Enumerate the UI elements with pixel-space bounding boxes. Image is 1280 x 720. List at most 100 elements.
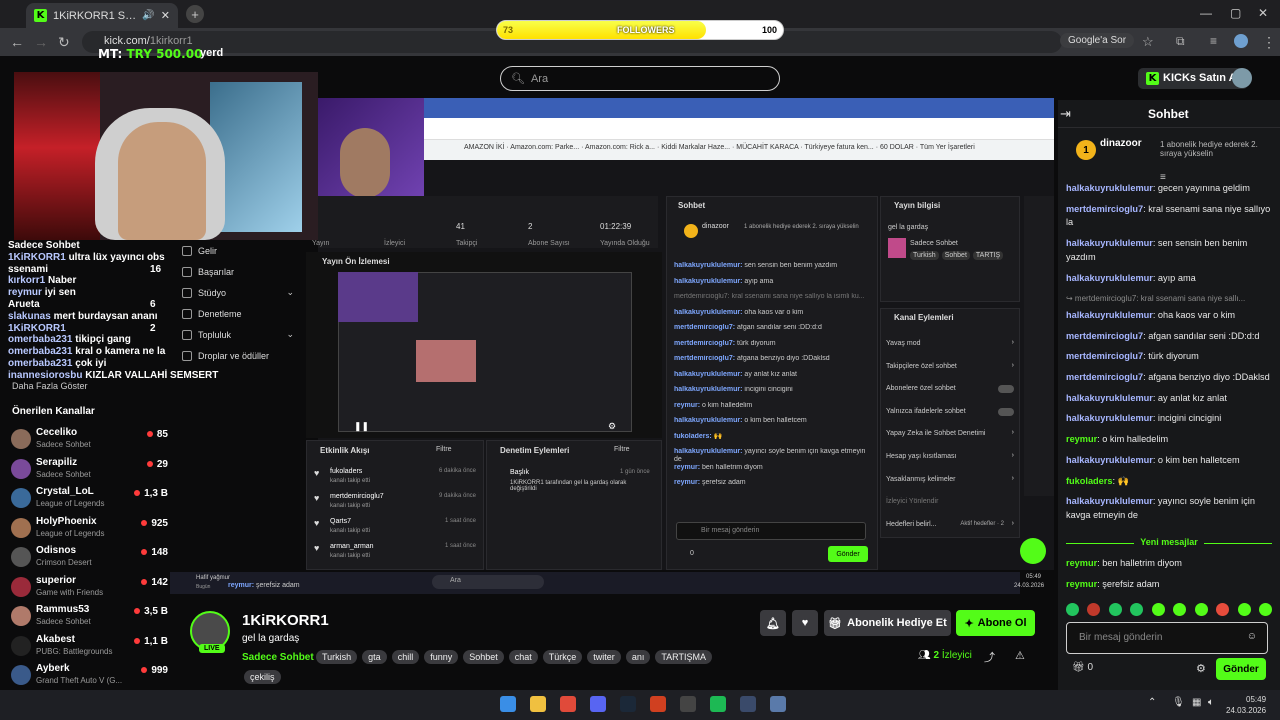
spotify-icon[interactable] — [710, 696, 726, 712]
chat-send-button[interactable]: Gönder — [1216, 658, 1266, 680]
gift-sub-button[interactable]: 🎁︎ Abonelik Hediye Et — [824, 610, 951, 636]
chat-username[interactable]: reymur — [1066, 579, 1097, 589]
app-icon[interactable] — [650, 696, 666, 712]
dashboard-chat-input[interactable]: Bir mesaj gönderin — [676, 522, 866, 540]
stream-tag[interactable]: funny — [424, 650, 459, 664]
dashboard-chat-user[interactable]: reymur: — [674, 479, 702, 486]
channel-action-item[interactable]: Yalnızca ifadelerle sohbet — [884, 404, 1018, 427]
chat-username[interactable]: halkakuyruklulemur — [1066, 238, 1153, 248]
bookmark-star-icon[interactable]: ☆ — [1142, 34, 1154, 50]
taskbar-clock[interactable]: 05:49 24.03.2026 — [1226, 694, 1266, 716]
chat-username[interactable]: fukoladers — [1066, 476, 1112, 486]
chat-username[interactable]: halkakuyruklulemur — [1066, 496, 1153, 506]
emote-icon[interactable] — [1173, 603, 1187, 616]
stream-tag[interactable]: gta — [362, 650, 387, 664]
chat-username[interactable]: mertdemircioglu7 — [1066, 351, 1143, 361]
tray-chevron-icon[interactable]: ⌃ — [1148, 697, 1156, 708]
emote-icon[interactable] — [1066, 603, 1079, 616]
stream-tag[interactable]: chill — [391, 650, 420, 664]
share-icon[interactable]: ⤴ — [984, 649, 995, 665]
dashboard-chat-user[interactable]: mertdemircioglu7: — [674, 324, 737, 331]
dashboard-chat-user[interactable]: halkakuyruklulemur: — [674, 386, 744, 393]
dashboard-chat-user[interactable]: halkakuyruklulemur: — [674, 278, 744, 285]
creator-menu-item[interactable]: Gelir — [170, 240, 300, 261]
back-icon[interactable]: ← — [10, 34, 24, 50]
streamer-name[interactable]: 1KiRKORR1 — [242, 612, 329, 629]
file-explorer-icon[interactable] — [530, 696, 546, 712]
reload-icon[interactable]: ↻ — [58, 34, 70, 51]
chat-username[interactable]: halkakuyruklulemur — [1066, 455, 1153, 465]
pause-icon[interactable]: ❚❚ — [354, 421, 369, 432]
new-tab-button[interactable]: + — [186, 5, 204, 23]
dashboard-send-button[interactable]: Gönder — [828, 546, 868, 562]
creator-menu-item[interactable]: Topluluk ⌄ — [170, 324, 300, 345]
chrome-icon[interactable] — [560, 696, 576, 712]
chat-username[interactable]: reymur — [1066, 558, 1097, 568]
app-icon[interactable] — [740, 696, 756, 712]
emote-icon[interactable] — [1151, 603, 1165, 616]
stream-tag[interactable]: çekiliş — [244, 670, 281, 684]
chat-username[interactable]: mertdemircioglu7 — [1066, 331, 1143, 341]
chat-username[interactable]: halkakuyruklulemur — [1066, 413, 1153, 423]
emote-icon[interactable] — [1130, 603, 1144, 616]
stream-tag[interactable]: TARTIŞMA — [655, 650, 712, 664]
recommended-channel[interactable]: Serapiliz Sadece Sohbet 29 — [8, 454, 168, 484]
dashboard-chat-user[interactable]: fukoladers: — [674, 433, 714, 440]
chat-username[interactable]: mertdemircioglu7 — [1066, 204, 1143, 214]
toggle-switch[interactable] — [998, 407, 1014, 416]
stream-tag[interactable]: Turkish — [316, 650, 358, 664]
google-search-button[interactable]: Google'a Sor — [1060, 33, 1135, 48]
recommended-channel[interactable]: superior Game with Friends 142 — [8, 572, 168, 602]
notification-bell-button[interactable]: 🔔︎ — [760, 610, 786, 636]
user-avatar[interactable] — [1232, 68, 1252, 88]
channel-action-item[interactable]: Takipçilere özel sohbet › — [884, 359, 1018, 382]
dashboard-chat-user[interactable]: halkakuyruklulemur: — [674, 371, 744, 378]
dashboard-chat-user[interactable]: halkakuyruklulemur: — [674, 448, 744, 455]
creator-menu-item[interactable]: Droplar ve ödüller — [170, 345, 300, 366]
channel-action-item[interactable]: İzleyici Yönlendir — [884, 494, 1018, 517]
discord-icon[interactable] — [590, 696, 606, 712]
show-more-link[interactable]: Daha Fazla Göster — [12, 381, 88, 391]
forward-icon[interactable]: → — [34, 34, 48, 50]
speaker-icon[interactable]: 🔊 — [142, 10, 154, 21]
channel-action-item[interactable]: Yapay Zeka ile Sohbet Denetimi › — [884, 426, 1018, 449]
captured-taskbar-search[interactable]: Ara — [432, 575, 544, 589]
dashboard-chat-user[interactable]: mertdemircioglu7: — [674, 340, 737, 347]
chat-input[interactable]: Bir mesaj gönderin ☺ — [1066, 622, 1268, 654]
chat-settings-icon[interactable]: ⚙ — [1196, 662, 1206, 675]
recommended-channel[interactable]: Ayberk Grand Theft Auto V (G... 999 — [8, 660, 168, 690]
steam-icon[interactable] — [620, 696, 636, 712]
moderation-filter-button[interactable]: Filtre — [614, 446, 630, 453]
maximize-button[interactable]: ▢ — [1230, 6, 1241, 20]
chat-username[interactable]: mertdemircioglu7 — [1066, 372, 1143, 382]
stream-tag[interactable]: chat — [508, 650, 538, 664]
activity-filter-button[interactable]: Filtre — [436, 446, 452, 453]
stream-tag[interactable]: anı — [625, 650, 651, 664]
recommended-channel[interactable]: Odisnos Crimson Desert 148 — [8, 542, 168, 572]
emote-icon[interactable] — [1237, 603, 1251, 616]
report-icon[interactable]: ⚠ — [1015, 649, 1025, 662]
dashboard-chat-user[interactable]: reymur: — [674, 464, 702, 471]
recommended-channel[interactable]: Ceceliko Sadece Sohbet 85 — [8, 424, 168, 454]
chat-username[interactable]: halkakuyruklulemur — [1066, 273, 1153, 283]
chat-username[interactable]: halkakuyruklulemur — [1066, 393, 1153, 403]
channel-action-item[interactable]: Yavaş mod › — [884, 336, 1018, 359]
dashboard-chat-user[interactable]: halkakuyruklulemur: — [674, 309, 744, 316]
search-input[interactable]: 🔍︎ Ara — [500, 66, 780, 91]
emoji-icon[interactable]: ☺ — [1247, 631, 1257, 642]
subscribe-button[interactable]: ✦ Abone Ol — [956, 610, 1035, 636]
channel-action-item[interactable]: Yasaklanmış kelimeler › — [884, 472, 1018, 495]
dashboard-chat-user[interactable]: halkakuyruklulemur: — [674, 417, 744, 424]
volume-icon[interactable]: 🔈︎ — [1208, 697, 1214, 708]
chat-username[interactable]: reymur — [1066, 434, 1097, 444]
stream-tag[interactable]: Türkçe — [542, 650, 583, 664]
recommended-channel[interactable]: Rammus53 Sadece Sohbet 3,5 B — [8, 601, 168, 631]
chat-username[interactable]: halkakuyruklulemur — [1066, 183, 1153, 193]
creator-menu-item[interactable]: Stüdyo ⌄ — [170, 282, 300, 303]
follow-heart-button[interactable]: ♥ — [792, 610, 818, 636]
emote-icon[interactable] — [1087, 603, 1101, 616]
collapse-chat-icon[interactable]: ⇥ — [1060, 106, 1071, 122]
network-icon[interactable]: ▦ — [1192, 697, 1201, 708]
browser-tab[interactable]: K 1KiRKORR1 Stream - Watch 🔊 ✕ — [26, 3, 178, 28]
recommended-channel[interactable]: Crystal_LoL League of Legends 1,3 B — [8, 483, 168, 513]
